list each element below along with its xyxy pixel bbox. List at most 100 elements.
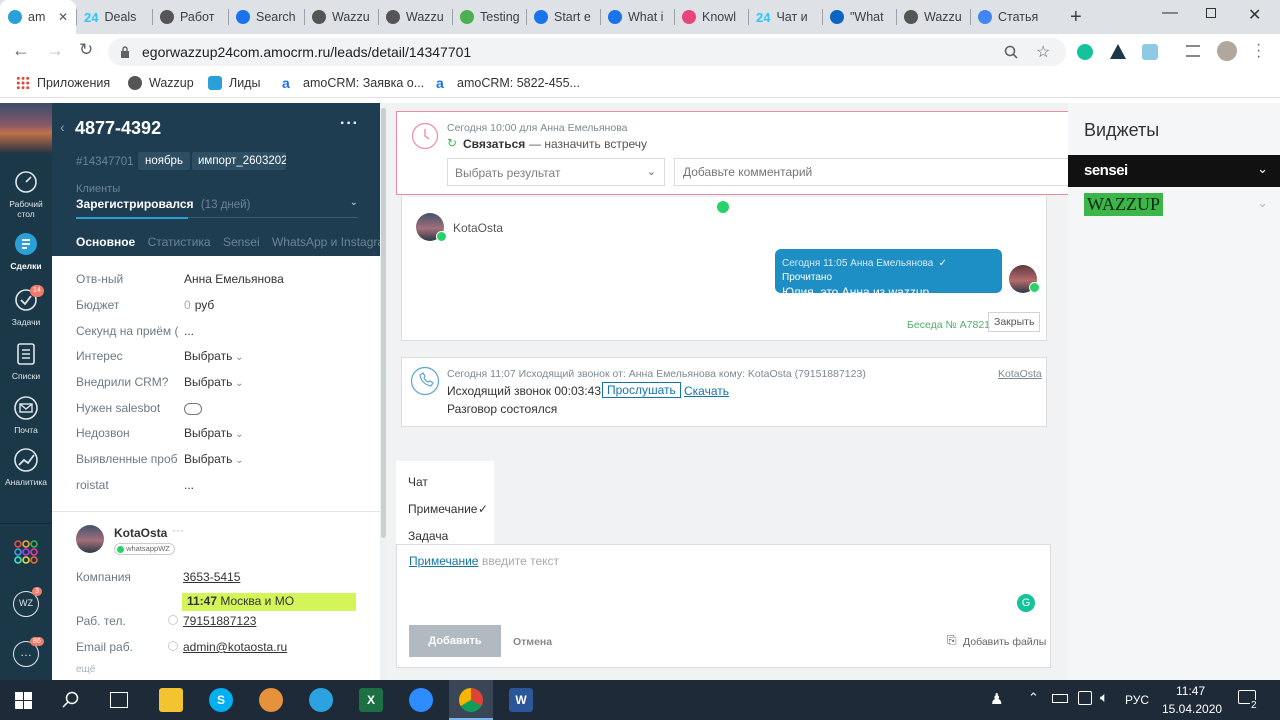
browser-tab[interactable]: Knowl [674,0,748,34]
close-tab-icon[interactable]: ✕ [58,10,68,24]
chrome-icon[interactable] [459,688,483,712]
result-select[interactable]: Выбрать результат ⌄ [447,158,665,186]
call-contact-link[interactable]: KotaOsta [998,368,1042,380]
cancel-button[interactable]: Отмена [513,636,552,648]
app-icon[interactable] [259,688,283,712]
extension-triangle-icon[interactable] [1110,44,1126,59]
tag-chip[interactable]: импорт_2603202 [192,152,286,170]
listen-button[interactable]: Прослушать [602,382,681,398]
volume-icon[interactable]: 🔈︎ [1100,689,1108,706]
show-hidden-icons[interactable]: ⌃ [1028,690,1039,706]
language-indicator[interactable]: РУС [1125,693,1149,707]
download-link[interactable]: Скачать [684,384,729,398]
tag-chip[interactable]: ноябрь [138,152,190,170]
back-chevron-icon[interactable]: ‹ [60,119,65,135]
note-type-link[interactable]: Примечание [409,554,478,568]
field-value[interactable]: Выбрать ⌄ [184,375,244,389]
profile-avatar[interactable] [1217,41,1237,61]
sensei-widget[interactable]: sensei ⌄ [1068,155,1280,187]
browser-tab[interactable]: Testing [452,0,526,34]
field-value[interactable]: Выбрать ⌄ [184,349,244,363]
status-select[interactable]: Зарегистрировался (13 дней) ⌄ [76,197,358,217]
file-explorer-icon[interactable] [159,688,183,712]
bookmark-wazzup[interactable]: Wazzup [128,76,194,90]
nav-analytics[interactable]: Аналитика [0,447,52,487]
browser-tab[interactable]: am ✕ [0,0,76,34]
windows-start-icon[interactable] [15,692,32,709]
skype-icon[interactable]: S [209,688,233,712]
note-type-option[interactable]: Примечание ✓ [408,502,492,516]
browser-tab[interactable]: What i [600,0,674,34]
zoom-icon[interactable] [1004,45,1018,59]
nav-deals[interactable]: Сделки [0,231,52,271]
browser-tab[interactable]: "What [822,0,896,34]
task-view-icon[interactable] [110,692,128,708]
reload-button[interactable]: ↻ [79,40,93,60]
browser-tab[interactable]: Wazzu [378,0,452,34]
field-value[interactable]: Выбрать ⌄ [184,426,244,440]
maximize-button[interactable] [1206,8,1216,18]
bookmark-amocrm-deal[interactable]: a amoCRM: 5822-455... [436,76,580,90]
attach-files-button[interactable]: Добавить файлы [963,636,1046,648]
add-note-button[interactable]: Добавить [409,625,501,657]
field-value[interactable]: ... [184,324,194,338]
network-icon[interactable] [1078,691,1092,705]
browser-tab[interactable]: 24 Deals [76,0,152,34]
contact-name[interactable]: KotaOsta [114,526,167,540]
zoom-app-icon[interactable] [409,688,433,712]
task-comment-input[interactable] [674,158,1068,186]
forward-button[interactable]: → [46,40,64,61]
nav-tasks[interactable]: Задачи 14 [0,285,52,327]
field-value[interactable]: ... [184,478,194,492]
minimize-button[interactable]: — [1162,4,1178,22]
close-conversation-button[interactable]: Закрыть [988,312,1041,332]
nav-lists[interactable]: Списки [0,341,52,381]
contact-avatar[interactable] [76,525,104,553]
browser-tab[interactable]: Wazzu [304,0,378,34]
excel-icon[interactable]: X [359,688,383,712]
bookmark-amocrm-request[interactable]: a amoCRM: Заявка о... [282,76,424,90]
new-tab-button[interactable]: + [1070,6,1082,29]
grammarly-extension-icon[interactable] [1077,44,1093,60]
account-avatar[interactable] [0,103,52,153]
extension-icon[interactable] [1142,44,1158,60]
browser-tab[interactable]: Работ [152,0,228,34]
note-type-option[interactable]: Чат [408,475,492,489]
nav-dashboard[interactable]: Рабочий стол [0,169,52,219]
browser-tab[interactable]: 24 Чат и [748,0,822,34]
word-icon[interactable]: W [509,688,533,712]
clock-date[interactable]: 15.04.2020 [1162,702,1222,716]
more-menu-icon[interactable]: ··· [340,115,359,133]
field-value[interactable]: Анна Емельянова [184,272,284,286]
browser-tab[interactable]: Wazzu [896,0,970,34]
browser-tab[interactable]: Start e [526,0,600,34]
note-type-option[interactable]: Задача [408,529,492,543]
note-input-placeholder[interactable]: введите текст [482,554,559,568]
search-icon[interactable] [62,691,80,709]
browser-tab[interactable]: Search [228,0,304,34]
people-icon[interactable]: ♟ [990,690,1003,708]
browser-tab[interactable]: Статья [970,0,1044,34]
salesbot-toggle[interactable] [184,401,202,416]
field-value[interactable]: 0 руб [184,298,214,312]
tab-sensei[interactable]: Sensei [223,235,260,249]
tab-whatsapp[interactable]: WhatsApp и Instagram д [272,235,380,249]
integrations-icon[interactable] [13,539,39,565]
bookmark-leads[interactable]: Лиды [208,76,260,90]
field-value[interactable]: Выбрать ⌄ [184,452,244,466]
bookmark-apps[interactable]: Приложения [16,76,110,90]
more-fields-link[interactable]: ещё [76,664,95,675]
reading-list-icon[interactable] [1186,45,1200,57]
back-button[interactable]: ← [12,40,30,61]
browser-menu-icon[interactable]: · · · [1256,37,1261,65]
clock-time[interactable]: 11:47 [1176,684,1205,698]
close-window-button[interactable]: ✕ [1248,5,1261,25]
lead-title[interactable]: 4877-4392 [75,118,161,139]
wazzup-widget[interactable]: WAZZUP ⌄ [1068,189,1280,223]
bookmark-star-icon[interactable]: ☆ [1036,42,1050,62]
lead-scrollbar-thumb[interactable] [381,108,386,538]
telegram-icon[interactable] [309,688,333,712]
tab-main[interactable]: Основное [76,235,135,249]
email-link[interactable]: admin@kotaosta.ru [183,640,287,654]
tab-statistics[interactable]: Статистика [148,235,211,249]
